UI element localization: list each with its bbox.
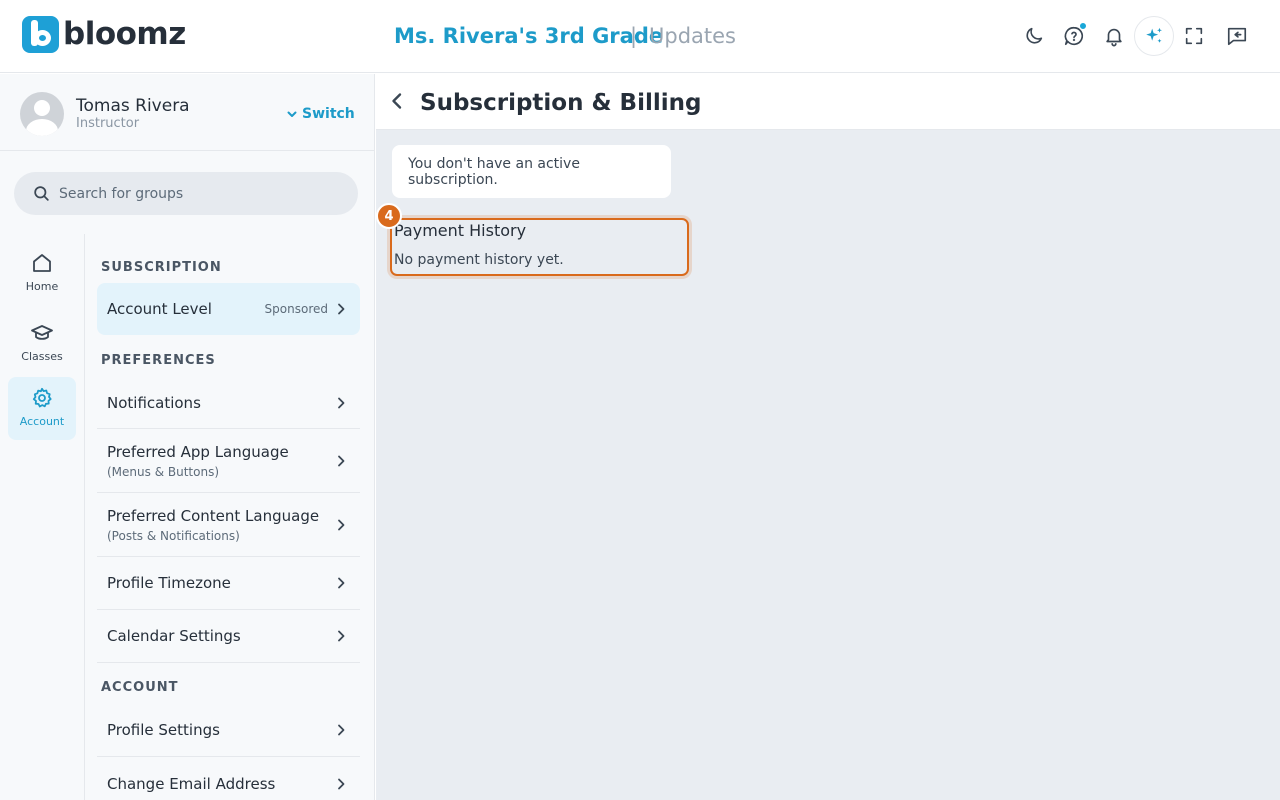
- step-badge: 4: [376, 203, 402, 229]
- chevron-right-icon: [338, 397, 345, 408]
- dark-mode-button[interactable]: [1014, 16, 1054, 56]
- menu-item-timezone[interactable]: Profile Timezone: [97, 557, 360, 610]
- menu-label: Notifications: [107, 393, 201, 412]
- moon-icon: [1026, 27, 1043, 44]
- nav-rail: Home Classes Account: [0, 234, 85, 800]
- rail-item-home[interactable]: Home: [8, 242, 76, 305]
- chevron-right-icon: [338, 630, 345, 642]
- page-header: Subscription & Billing: [376, 74, 1280, 130]
- profile-header: Tomas Rivera Instructor Switch: [0, 74, 374, 151]
- chevron-down-icon: [287, 111, 297, 117]
- ai-assistant-button[interactable]: [1134, 16, 1174, 56]
- payment-history-title: Payment History: [394, 221, 527, 240]
- search-input[interactable]: [59, 185, 329, 202]
- rail-label-home: Home: [25, 280, 59, 293]
- help-button[interactable]: [1054, 16, 1094, 56]
- subscription-notice: You don't have an active subscription.: [392, 145, 671, 198]
- menu-sublabel: (Posts & Notifications): [107, 528, 240, 543]
- section-account: ACCOUNT: [101, 680, 179, 695]
- menu-sublabel: (Menus & Buttons): [107, 464, 219, 479]
- rail-item-account[interactable]: Account: [8, 377, 76, 440]
- fullscreen-button[interactable]: [1174, 16, 1214, 56]
- chevron-right-icon: [338, 303, 345, 315]
- rail-label-classes: Classes: [21, 350, 63, 363]
- main-content: You don't have an active subscription. P…: [376, 130, 1280, 800]
- menu-label: Preferred Content Language: [107, 506, 320, 525]
- section-subscription: SUBSCRIPTION: [101, 260, 222, 275]
- message-back-icon: [1227, 27, 1247, 46]
- back-button[interactable]: [386, 88, 408, 114]
- notification-dot: [1079, 22, 1087, 30]
- chevron-right-icon: [338, 519, 345, 530]
- chevron-right-icon: [338, 455, 345, 466]
- graduation-cap-icon: [31, 325, 53, 340]
- menu-item-profile-settings[interactable]: Profile Settings: [97, 704, 360, 757]
- avatar[interactable]: [20, 92, 64, 136]
- search-icon: [34, 186, 49, 201]
- menu-label: Profile Settings: [107, 721, 220, 739]
- chevron-right-icon: [338, 724, 345, 736]
- menu-item-notifications[interactable]: Notifications: [97, 377, 360, 429]
- menu-item-calendar[interactable]: Calendar Settings: [97, 610, 360, 663]
- menu-label: Preferred App Language: [107, 442, 289, 461]
- menu-item-content-language[interactable]: Preferred Content Language (Posts & Noti…: [97, 493, 360, 557]
- menu-item-change-email[interactable]: Change Email Address: [97, 757, 360, 800]
- expand-icon: [1185, 27, 1203, 45]
- menu-label: Calendar Settings: [107, 627, 241, 645]
- top-header: bloomz Ms. Rivera's 3rd Grade | Updates: [0, 0, 1280, 73]
- view-title: Updates: [649, 24, 736, 48]
- class-title[interactable]: Ms. Rivera's 3rd Grade: [394, 22, 663, 50]
- chevron-right-icon: [338, 577, 345, 589]
- page-title: Subscription & Billing: [420, 90, 702, 116]
- chevron-right-icon: [338, 778, 345, 789]
- home-icon: [33, 254, 51, 272]
- logo-icon: [22, 16, 59, 53]
- title-separator: |: [630, 24, 638, 48]
- collapse-panel-button[interactable]: [1217, 16, 1257, 56]
- payment-history-empty: No payment history yet.: [394, 252, 564, 268]
- payment-history-section: Payment History No payment history yet.: [390, 218, 689, 276]
- menu-label: Profile Timezone: [107, 574, 231, 592]
- switch-account-button[interactable]: Switch: [286, 106, 355, 122]
- menu-item-app-language[interactable]: Preferred App Language (Menus & Buttons): [97, 429, 360, 493]
- notifications-button[interactable]: [1094, 16, 1134, 56]
- account-sidebar: Tomas Rivera Instructor Switch Home Clas…: [0, 74, 375, 800]
- notice-text: You don't have an active subscription.: [408, 155, 580, 188]
- gear-icon: [32, 387, 52, 408]
- chevron-left-icon: [392, 93, 402, 109]
- brand-name: bloomz: [63, 16, 186, 52]
- section-preferences: PREFERENCES: [101, 353, 216, 368]
- rail-label-account: Account: [19, 415, 65, 428]
- switch-label: Switch: [302, 106, 355, 122]
- sparkle-icon: [1146, 27, 1162, 43]
- rail-item-classes[interactable]: Classes: [8, 312, 76, 375]
- profile-role: Instructor: [76, 116, 140, 131]
- bloomz-logo[interactable]: bloomz: [22, 16, 186, 53]
- menu-label: Change Email Address: [107, 774, 276, 793]
- profile-name: Tomas Rivera: [76, 96, 190, 116]
- menu-item-account-level[interactable]: Account Level Sponsored: [97, 283, 360, 335]
- bell-icon: [1106, 28, 1122, 47]
- group-search[interactable]: [14, 172, 358, 215]
- account-level-badge: Sponsored: [264, 302, 328, 316]
